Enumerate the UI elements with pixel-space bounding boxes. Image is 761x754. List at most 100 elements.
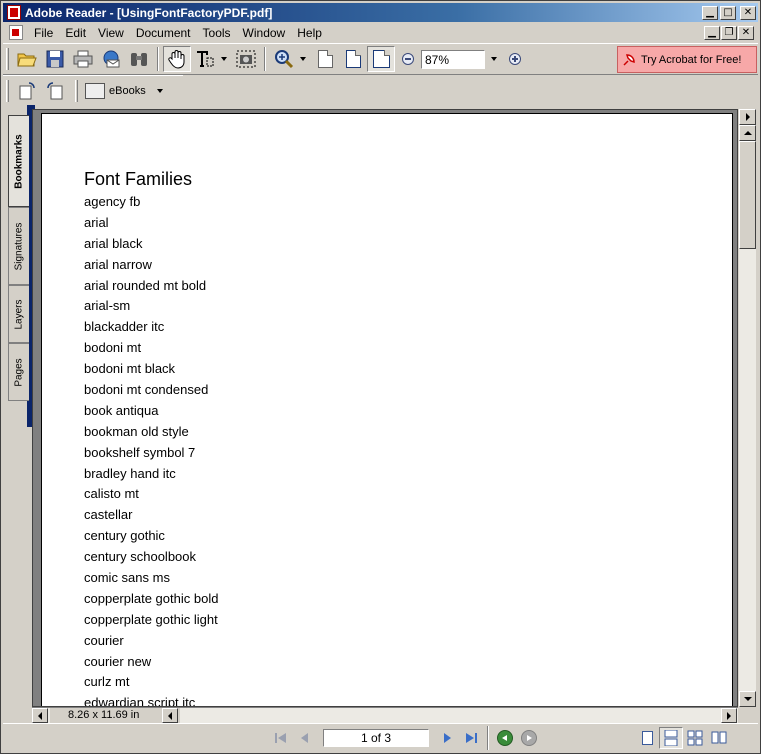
zoom-in-tool-button[interactable]: [270, 46, 298, 72]
toolbar-grip[interactable]: [75, 79, 78, 102]
menu-view[interactable]: View: [92, 26, 130, 40]
title-bar[interactable]: Adobe Reader - [UsingFontFactoryPDF.pdf]…: [3, 3, 758, 22]
hand-icon: [168, 50, 185, 69]
next-page-button[interactable]: [437, 728, 457, 748]
window-title: Adobe Reader - [UsingFontFactoryPDF.pdf]: [25, 5, 273, 20]
fit-page-button[interactable]: [339, 46, 367, 72]
tab-signatures-label: Signatures: [13, 222, 25, 270]
doc-close-button[interactable]: ✕: [738, 25, 754, 40]
last-page-button[interactable]: [461, 728, 481, 748]
menu-window[interactable]: Window: [237, 26, 292, 40]
camera-icon: [236, 50, 256, 68]
try-acrobat-button[interactable]: Try Acrobat for Free!: [617, 46, 757, 73]
navbar-separator: [487, 725, 489, 750]
scroll-right-button[interactable]: [721, 708, 737, 723]
snapshot-button[interactable]: [232, 46, 260, 72]
triangle-left-icon: [38, 711, 42, 720]
floppy-disk-icon: [46, 50, 64, 68]
ebooks-dropdown-arrow[interactable]: [156, 88, 163, 93]
continuous-page-icon: [664, 729, 678, 746]
tab-pages[interactable]: Pages: [8, 343, 29, 401]
ebooks-button[interactable]: eBooks: [82, 79, 149, 103]
hand-tool-button[interactable]: [163, 46, 191, 72]
page-number-field[interactable]: 1 of 3: [323, 728, 429, 747]
doc-restore-button[interactable]: ❐: [721, 25, 737, 40]
continuous-facing-layout-button[interactable]: [683, 727, 707, 749]
first-page-icon: [275, 732, 286, 743]
panel-expand-button[interactable]: [739, 109, 756, 125]
menu-bar: File Edit View Document Tools Window Hel…: [3, 23, 758, 42]
list-item: arial rounded mt bold: [84, 277, 207, 293]
single-page-layout-button[interactable]: [635, 727, 659, 749]
tab-layers[interactable]: Layers: [8, 285, 29, 343]
select-text-button[interactable]: [191, 46, 219, 72]
rotate-clockwise-button[interactable]: [13, 78, 41, 104]
tab-signatures[interactable]: Signatures: [8, 207, 29, 285]
page-size-readout: 8.26 x 11.69 in: [50, 708, 180, 723]
zoom-level-field[interactable]: 87%: [421, 49, 485, 69]
toolbar-grip[interactable]: [6, 48, 9, 70]
print-button[interactable]: [69, 46, 97, 72]
next-page-icon: [444, 732, 451, 743]
menu-tools[interactable]: Tools: [197, 26, 237, 40]
tab-bookmarks-label: Bookmarks: [13, 133, 25, 189]
go-back-icon: [497, 729, 513, 746]
next-view-button[interactable]: [519, 728, 539, 748]
maximize-button[interactable]: □: [720, 5, 736, 20]
zoom-level-dropdown-arrow[interactable]: [491, 57, 497, 61]
list-item: comic sans ms: [84, 570, 170, 586]
open-folder-icon: [17, 53, 37, 67]
acrobat-rocket-icon: [623, 53, 635, 66]
rotate-counterclockwise-button[interactable]: [41, 78, 69, 104]
doc-minimize-button[interactable]: ▁: [704, 25, 720, 40]
menu-help[interactable]: Help: [291, 26, 328, 40]
adobe-reader-app-icon[interactable]: [7, 5, 21, 20]
list-item: bodoni mt condensed: [84, 382, 209, 398]
list-item: agency fb: [84, 194, 141, 209]
scroll-up-button[interactable]: [739, 125, 756, 141]
open-button[interactable]: [13, 46, 41, 72]
page-size-toggle[interactable]: [32, 708, 48, 723]
fit-width-button[interactable]: [367, 46, 395, 72]
list-item: castellar: [84, 507, 133, 523]
facing-pages-icon: [711, 731, 727, 743]
actual-size-button[interactable]: [311, 46, 339, 72]
save-button[interactable]: [41, 46, 69, 72]
zoom-in-button[interactable]: [509, 53, 521, 65]
scroll-left-button[interactable]: [162, 708, 178, 723]
first-page-button[interactable]: [271, 728, 291, 748]
page-heading: Font Families: [84, 169, 193, 189]
vertical-scrollbar[interactable]: [739, 109, 756, 707]
list-item: bradley hand itc: [84, 465, 176, 481]
minimize-button[interactable]: ▁: [702, 5, 718, 20]
facing-layout-button[interactable]: [707, 727, 731, 749]
magnifier-icon: [275, 50, 294, 69]
single-page-icon: [641, 730, 653, 745]
continuous-layout-button[interactable]: [659, 726, 683, 749]
close-button[interactable]: ✕: [740, 5, 756, 20]
search-button[interactable]: [125, 46, 153, 72]
scroll-down-button[interactable]: [739, 691, 756, 707]
tab-bookmarks[interactable]: Bookmarks: [8, 115, 29, 207]
list-item: copperplate gothic light: [84, 611, 218, 627]
email-button[interactable]: [97, 46, 125, 72]
select-tool-dropdown-arrow[interactable]: [221, 57, 227, 61]
previous-view-button[interactable]: [495, 728, 515, 748]
toolbar-grip[interactable]: [6, 79, 9, 102]
try-acrobat-label: Try Acrobat for Free!: [641, 53, 742, 66]
menu-edit[interactable]: Edit: [59, 26, 92, 40]
zoom-out-button[interactable]: [402, 53, 414, 65]
horizontal-scrollbar[interactable]: 8.26 x 11.69 in: [32, 707, 738, 723]
list-item: edwardian script itc: [84, 695, 196, 707]
vertical-scroll-thumb[interactable]: [739, 141, 756, 249]
navigation-panel: Bookmarks Signatures Layers Pages: [3, 105, 35, 725]
menu-file[interactable]: File: [28, 26, 59, 40]
previous-page-button[interactable]: [295, 728, 315, 748]
menu-document[interactable]: Document: [130, 26, 197, 40]
document-view[interactable]: Font Families agency fb arial arial blac…: [32, 109, 738, 707]
document-icon[interactable]: [9, 25, 23, 40]
list-item: book antiqua: [84, 402, 159, 418]
fit-width-icon: [372, 50, 390, 68]
ebooks-icon: [85, 82, 105, 99]
zoom-tool-dropdown-arrow[interactable]: [300, 57, 306, 61]
